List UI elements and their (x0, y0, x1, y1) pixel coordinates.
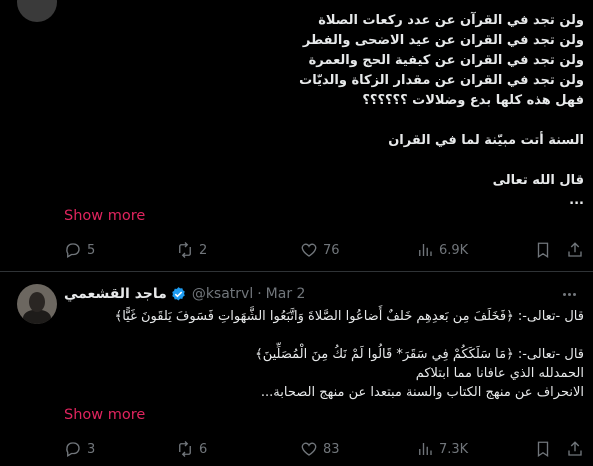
share-icon (568, 242, 582, 257)
author-name-cut (68, 0, 178, 4)
views-button[interactable]: 7.3K (416, 439, 468, 459)
share-icon (568, 441, 582, 456)
reply-button[interactable]: 5 (64, 240, 95, 260)
like-button[interactable]: 76 (300, 240, 340, 260)
post-date[interactable]: Mar 2 (266, 286, 306, 302)
tweet-header: ماجد القشعمي @ksatrvl · Mar 2 (64, 285, 305, 303)
repost-count: 6 (199, 441, 208, 457)
more-dots-icon (562, 292, 566, 296)
separator-dot: · (257, 286, 262, 302)
repost-icon (179, 441, 191, 457)
verified-badge-icon (172, 286, 185, 301)
reply-icon (66, 442, 80, 457)
reply-icon (66, 243, 80, 258)
views-button[interactable]: 6.9K (416, 240, 468, 260)
tweet-text: قال -تعالى-: ﴿فَخَلَفَ مِن بَعدِهِم خَلف… (114, 309, 584, 400)
bookmark-icon (537, 242, 549, 259)
like-button[interactable]: 83 (300, 439, 340, 459)
repost-button[interactable]: 6 (176, 439, 207, 459)
more-options-button[interactable] (559, 285, 579, 303)
repost-count: 2 (199, 242, 208, 258)
tweet-text: ولن تجد في القرآن عن عدد ركعات الصلاة ول… (299, 13, 584, 208)
reply-button[interactable]: 3 (64, 439, 95, 459)
share-button[interactable] (566, 439, 584, 459)
bookmark-button[interactable] (534, 240, 552, 260)
avatar[interactable] (17, 284, 57, 324)
views-count: 6.9K (439, 242, 469, 258)
heart-icon (301, 442, 317, 456)
tweet-actions: 3 6 83 7.3K (64, 439, 584, 459)
show-more-link[interactable]: Show more (64, 407, 145, 423)
repost-button[interactable]: 2 (176, 240, 207, 260)
views-chart-icon (419, 244, 432, 256)
reply-count: 3 (87, 441, 96, 457)
author-handle[interactable]: @ksatrvl (192, 286, 253, 302)
show-more-link[interactable]: Show more (64, 208, 145, 224)
share-button[interactable] (566, 240, 584, 260)
avatar[interactable] (17, 0, 57, 22)
views-chart-icon (419, 443, 432, 455)
tweet-actions: 5 2 76 6.9K (64, 240, 584, 260)
like-count: 83 (323, 441, 340, 457)
repost-icon (179, 242, 191, 258)
author-display-name[interactable]: ماجد القشعمي (64, 286, 167, 302)
heart-icon (301, 243, 317, 257)
bookmark-button[interactable] (534, 439, 552, 459)
views-count: 7.3K (439, 441, 469, 457)
tweet-1[interactable]: ولن تجد في القرآن عن عدد ركعات الصلاة ول… (0, 0, 593, 272)
tweet-2[interactable]: ماجد القشعمي @ksatrvl · Mar 2 قال -تعالى… (0, 271, 593, 466)
like-count: 76 (323, 242, 340, 258)
reply-count: 5 (87, 242, 96, 258)
bookmark-icon (537, 441, 549, 458)
